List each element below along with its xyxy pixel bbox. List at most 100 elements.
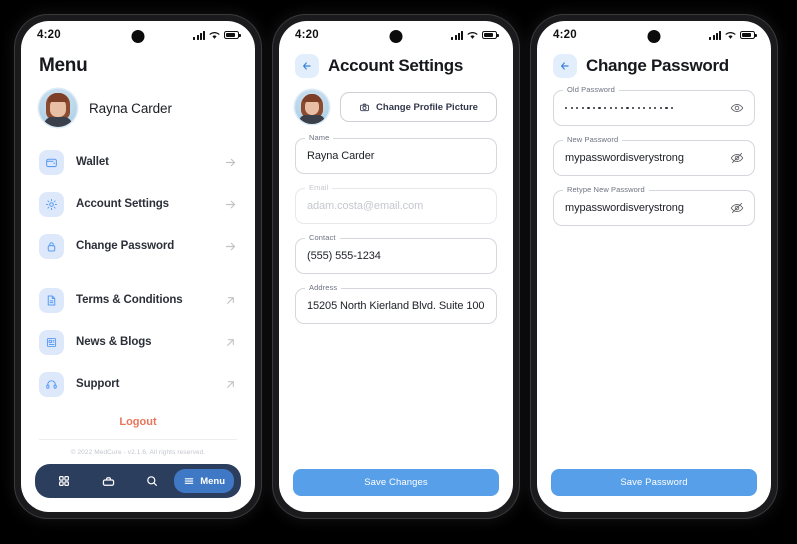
status-time: 4:20 [295, 29, 319, 41]
contact-field[interactable]: Contact (555) 555-1234 [295, 233, 497, 274]
address-field-value: 15205 North Kierland Blvd. Suite 100 [307, 300, 485, 312]
bottom-nav: Menu [21, 464, 255, 512]
old-password-label: Old Password [563, 85, 619, 94]
new-password-label: New Password [563, 135, 623, 144]
email-field: Email adam.costa@email.com [295, 183, 497, 224]
address-field[interactable]: Address 15205 North Kierland Blvd. Suite… [295, 283, 497, 324]
old-password-field[interactable]: Old Password [553, 85, 755, 126]
status-icons [709, 30, 757, 40]
status-icons [193, 30, 241, 40]
sidebar-item-change-password[interactable]: Change Password [39, 225, 237, 267]
nav-item-briefcase[interactable] [86, 474, 130, 489]
page-title: Menu [39, 55, 88, 76]
menu-item-label: Support [76, 378, 120, 390]
battery-icon [482, 31, 499, 39]
retype-new-password-label: Retype New Password [563, 185, 649, 194]
hamburger-icon [184, 478, 194, 484]
save-changes-button[interactable]: Save Changes [293, 469, 499, 496]
eye-off-icon[interactable] [730, 151, 744, 165]
contact-field-label: Contact [305, 233, 340, 242]
sidebar-item-account-settings[interactable]: Account Settings [39, 183, 237, 225]
address-field-label: Address [305, 283, 342, 292]
wifi-icon [725, 31, 736, 39]
save-password-button[interactable]: Save Password [551, 469, 757, 496]
nav-item-dashboard[interactable] [42, 474, 86, 488]
wifi-icon [467, 31, 478, 39]
email-field-value: adam.costa@email.com [307, 200, 424, 212]
old-password-masked-value [565, 106, 674, 110]
camera-notch [131, 30, 145, 43]
profile-row[interactable]: Rayna Carder [21, 87, 255, 141]
menu-item-label: News & Blogs [76, 336, 152, 348]
profile-picture-row: Change Profile Picture [295, 90, 497, 138]
sidebar-item-wallet[interactable]: Wallet [39, 141, 237, 183]
search-icon [147, 476, 158, 486]
email-field-label: Email [305, 183, 333, 192]
sidebar-item-news-blogs[interactable]: News & Blogs [39, 321, 237, 363]
new-password-field[interactable]: New Password mypasswordisverystrong [553, 135, 755, 176]
save-password-wrap: Save Password [537, 469, 771, 512]
menu-list: Wallet Account Settings Change Password … [21, 141, 255, 405]
menu-item-label: Wallet [76, 156, 109, 168]
arrow-left-icon [561, 62, 569, 70]
retype-new-password-field[interactable]: Retype New Password mypasswordisverystro… [553, 185, 755, 226]
bottom-nav-bar: Menu [35, 464, 241, 498]
name-field-label: Name [305, 133, 334, 142]
name-field-value: Rayna Carder [307, 150, 375, 162]
status-time: 4:20 [37, 29, 61, 41]
name-field[interactable]: Name Rayna Carder [295, 133, 497, 174]
wifi-icon [209, 31, 220, 39]
arrow-right-icon [225, 200, 236, 208]
nav-item-menu-label: Menu [200, 475, 225, 487]
headset-icon [39, 371, 64, 397]
signal-bars-icon [451, 30, 463, 40]
page-title: Change Password [586, 56, 729, 75]
screenshot-stage: 4:20 Menu Rayna Carder Wallet Account Se… [0, 0, 797, 544]
copyright-text: © 2022 MedCure - v2.1.6. All rights rese… [39, 439, 237, 456]
save-changes-wrap: Save Changes [279, 469, 513, 512]
menu-item-label: Change Password [76, 240, 175, 252]
lock-icon [39, 233, 64, 259]
page-title: Account Settings [328, 56, 463, 75]
status-icons [451, 30, 499, 40]
sidebar-item-support[interactable]: Support [39, 363, 237, 405]
page-header: Account Settings [279, 49, 513, 90]
avatar [295, 90, 329, 124]
back-button[interactable] [295, 54, 319, 78]
change-profile-picture-button[interactable]: Change Profile Picture [340, 92, 497, 122]
nav-item-menu[interactable]: Menu [174, 469, 234, 493]
status-bar: 4:20 [21, 21, 255, 49]
phone-menu: 4:20 Menu Rayna Carder Wallet Account Se… [14, 14, 262, 519]
battery-icon [740, 31, 757, 39]
external-link-icon [227, 296, 234, 304]
phone-menu-screen: 4:20 Menu Rayna Carder Wallet Account Se… [21, 21, 255, 512]
menu-group-gap [39, 267, 237, 279]
menu-item-label: Account Settings [76, 198, 169, 210]
wallet-icon [39, 149, 64, 175]
external-link-icon [227, 380, 234, 388]
retype-new-password-value: mypasswordisverystrong [565, 202, 684, 214]
sidebar-item-terms-conditions[interactable]: Terms & Conditions [39, 279, 237, 321]
logout-button[interactable]: Logout [21, 405, 255, 439]
phone-account-settings-screen: 4:20 Account Settings Change Profile Pic… [279, 21, 513, 512]
camera-icon [360, 103, 369, 111]
signal-bars-icon [709, 30, 721, 40]
phone-change-password: 4:20 Change Password Old Password New Pa… [530, 14, 778, 519]
back-button[interactable] [553, 54, 577, 78]
save-changes-label: Save Changes [364, 477, 428, 488]
status-bar: 4:20 [279, 21, 513, 49]
profile-name: Rayna Carder [89, 100, 172, 116]
grid-icon [59, 476, 69, 486]
eye-icon[interactable] [730, 101, 744, 115]
eye-off-icon[interactable] [730, 201, 744, 215]
status-bar: 4:20 [537, 21, 771, 49]
password-form: Old Password New Password mypasswordisve… [537, 85, 771, 240]
briefcase-icon [102, 476, 114, 486]
new-password-value: mypasswordisverystrong [565, 152, 684, 164]
contact-field-value: (555) 555-1234 [307, 250, 381, 262]
save-password-label: Save Password [620, 477, 688, 488]
account-form: Change Profile Picture Name Rayna Carder… [279, 90, 513, 338]
nav-item-search[interactable] [130, 474, 174, 488]
gear-icon [39, 191, 64, 217]
external-link-icon [227, 338, 234, 346]
